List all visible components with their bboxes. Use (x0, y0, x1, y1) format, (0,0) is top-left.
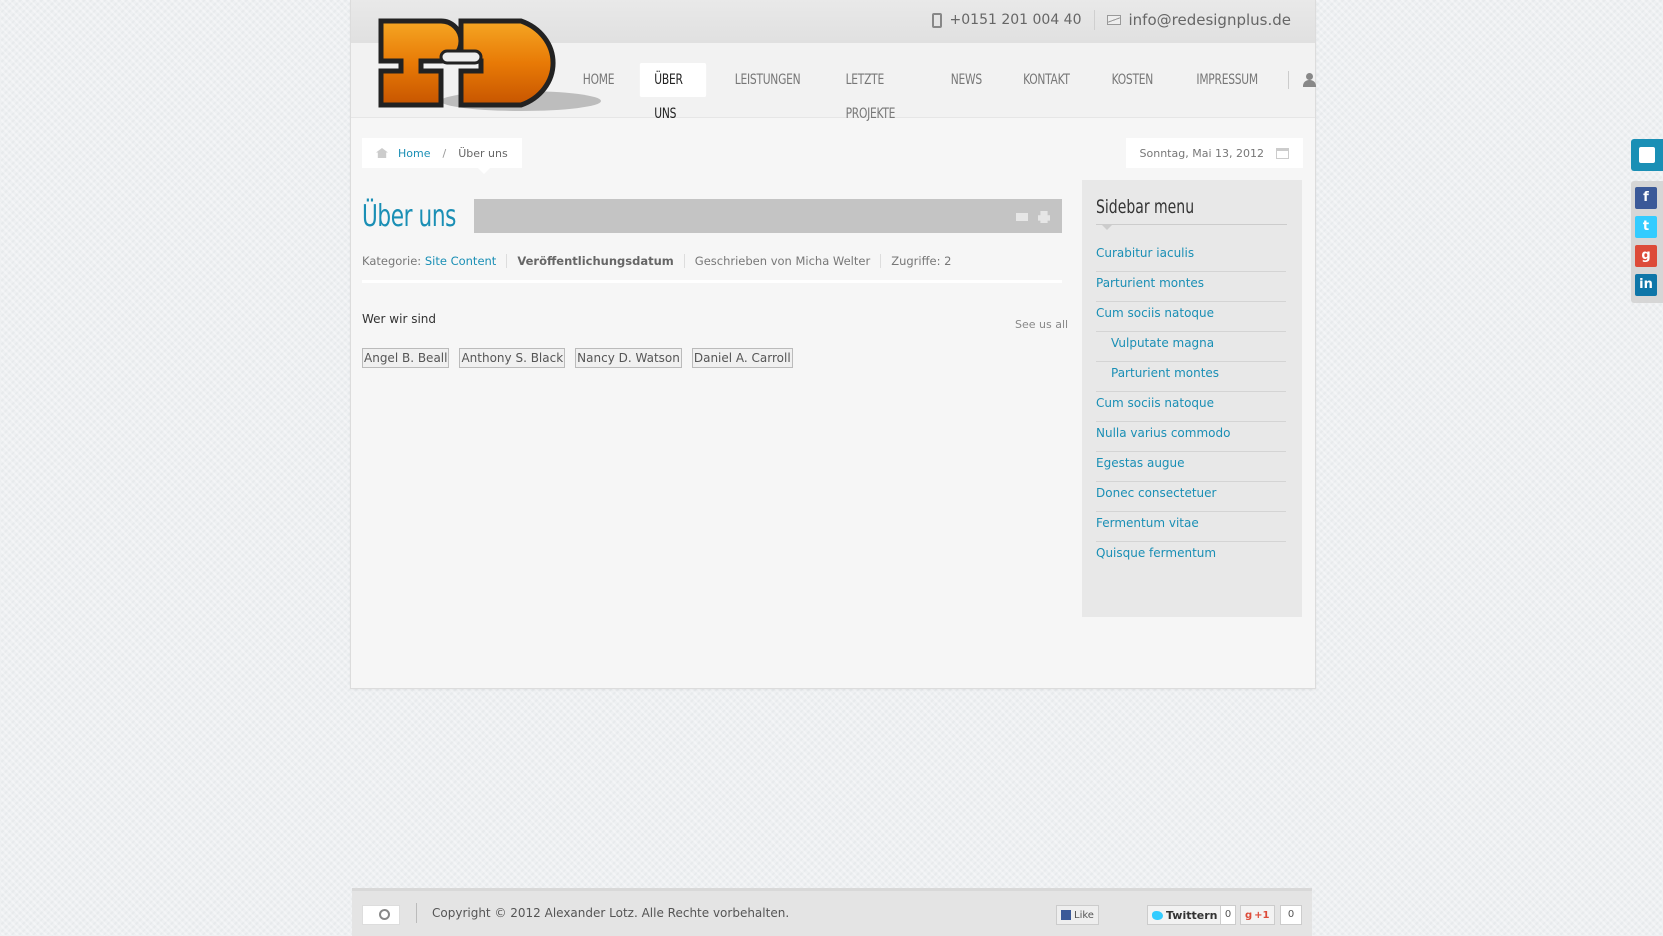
sidebar: Sidebar menu Curabitur iaculis Parturien… (1082, 180, 1302, 617)
user-login-icon[interactable] (1302, 73, 1316, 87)
article-toolbar (474, 199, 1062, 233)
sidebar-item[interactable]: Donec consectetuer (1096, 482, 1286, 512)
phone-number: +0151 201 004 40 (949, 12, 1082, 28)
twitter-bird-icon (1152, 910, 1163, 920)
page-container: +0151 201 004 40 info@redesignplus.de HO… (350, 0, 1316, 689)
google-plus-icon[interactable]: g (1635, 245, 1657, 267)
twitter-count: 0 (1220, 905, 1236, 925)
search-icon[interactable] (362, 905, 400, 925)
article-header: Über uns (362, 199, 1062, 235)
sidebar-subitem[interactable]: Vulputate magna (1096, 332, 1286, 362)
hits-count: Zugriffe: 2 (880, 254, 961, 268)
category-link[interactable]: Site Content (425, 254, 496, 268)
google-plus-label: +1 (1254, 909, 1270, 921)
author: Geschrieben von Micha Welter (683, 254, 880, 268)
team-section-label: Wer wir sind (362, 312, 436, 326)
sidebar-item[interactable]: Curabitur iaculis (1096, 242, 1286, 272)
home-icon[interactable] (376, 148, 388, 158)
team-member[interactable]: Angel B. Beall (362, 348, 450, 368)
google-plus-icon: g (1245, 909, 1253, 921)
social-toggle-tab[interactable] (1631, 139, 1663, 171)
page-title: Über uns (362, 199, 456, 234)
nav-kontakt[interactable]: KONTAKT (1009, 63, 1084, 97)
team-member[interactable]: Daniel A. Carroll (691, 348, 793, 368)
linkedin-icon[interactable]: in (1635, 274, 1657, 296)
breadcrumb-separator: / (442, 146, 447, 160)
sidebar-item[interactable]: Fermentum vitae (1096, 512, 1286, 542)
sidebar-subitem[interactable]: Parturient montes (1096, 362, 1286, 392)
nav-leistungen[interactable]: LEISTUNGEN (720, 63, 814, 97)
nav-home[interactable]: HOME (568, 63, 628, 97)
article-meta: Kategorie: Site Content Veröffentlichung… (362, 254, 961, 268)
nav-news[interactable]: NEWS (937, 63, 997, 97)
published-date: Veröffentlichungsdatum (506, 254, 683, 268)
email-article-icon[interactable] (1016, 213, 1028, 221)
sidebar-item[interactable]: Quisque fermentum (1096, 542, 1286, 571)
sidebar-item[interactable]: Egestas augue (1096, 452, 1286, 482)
breadcrumb-home-link[interactable]: Home (398, 147, 430, 160)
contact-info: +0151 201 004 40 info@redesignplus.de (920, 10, 1303, 30)
sidebar-item[interactable]: Cum sociis natoque (1096, 302, 1286, 332)
current-date: Sonntag, Mai 13, 2012 (1139, 146, 1264, 160)
nav-letzte-projekte[interactable]: LETZTE PROJEKTE (831, 63, 923, 122)
see-all-link[interactable]: See us all (1015, 318, 1068, 331)
sidebar-title: Sidebar menu (1096, 196, 1195, 218)
print-icon[interactable] (1038, 211, 1050, 223)
header: HOME ÜBER UNS LEISTUNGEN LETZTE PROJEKTE… (351, 18, 1316, 122)
mail-icon (1106, 15, 1121, 25)
google-plus-button[interactable]: g +1 (1240, 905, 1275, 925)
social-share-bar: f t g in (1631, 181, 1663, 303)
meta-divider (362, 280, 1062, 283)
breadcrumb: Home / Über uns (362, 138, 522, 174)
facebook-like-label: Like (1074, 909, 1094, 921)
tweet-button[interactable]: Twittern (1147, 905, 1223, 925)
category-label: Kategorie: (362, 254, 422, 268)
nav-impressum[interactable]: IMPRESSUM (1181, 63, 1271, 97)
calendar-icon (1276, 147, 1289, 159)
nav-ueber-uns[interactable]: ÜBER UNS (639, 63, 706, 122)
sidebar-title-divider (1096, 224, 1287, 230)
email-address[interactable]: info@redesignplus.de (1129, 11, 1292, 29)
facebook-icon (1061, 910, 1071, 920)
phone-icon (931, 12, 942, 28)
team-member[interactable]: Nancy D. Watson (575, 348, 682, 368)
facebook-like-button[interactable]: Like (1056, 905, 1099, 925)
nav-divider (1287, 71, 1289, 89)
date-display: Sonntag, Mai 13, 2012 (1125, 138, 1303, 168)
share-icon (1639, 147, 1655, 163)
footer: Copyright © 2012 Alexander Lotz. Alle Re… (352, 888, 1312, 936)
facebook-icon[interactable]: f (1635, 187, 1657, 209)
sidebar-item[interactable]: Nulla varius commodo (1096, 422, 1286, 452)
copyright-text: Copyright © 2012 Alexander Lotz. Alle Re… (432, 906, 790, 920)
google-plus-count: 0 (1280, 905, 1302, 925)
team-member[interactable]: Anthony S. Black (459, 348, 566, 368)
tweet-label: Twittern (1166, 908, 1218, 922)
sidebar-menu: Curabitur iaculis Parturient montes Cum … (1096, 242, 1286, 571)
team-list: Angel B. Beall Anthony S. Black Nancy D.… (362, 348, 793, 368)
sidebar-item[interactable]: Cum sociis natoque (1096, 392, 1286, 422)
breadcrumb-current: Über uns (458, 146, 508, 160)
nav-kosten[interactable]: KOSTEN (1097, 63, 1167, 97)
footer-divider (416, 903, 417, 923)
main-nav: HOME ÜBER UNS LEISTUNGEN LETZTE PROJEKTE… (563, 63, 1316, 122)
sidebar-item[interactable]: Parturient montes (1096, 272, 1286, 302)
twitter-icon[interactable]: t (1635, 216, 1657, 238)
